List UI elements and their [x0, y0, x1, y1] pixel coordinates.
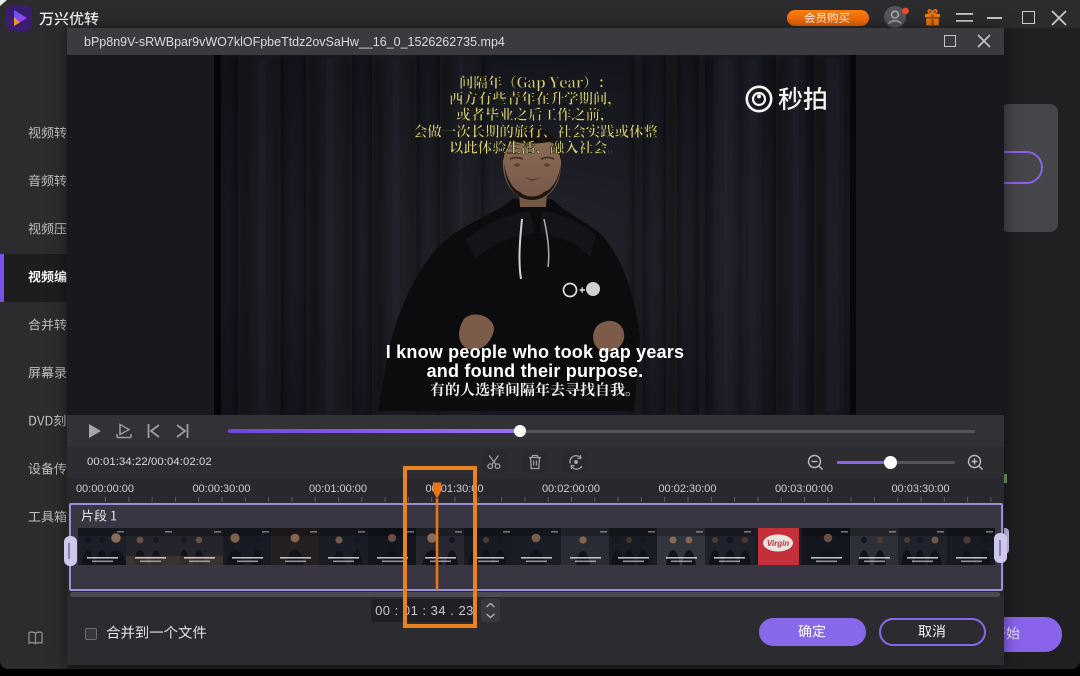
svg-text:Virgin: Virgin	[766, 539, 788, 548]
